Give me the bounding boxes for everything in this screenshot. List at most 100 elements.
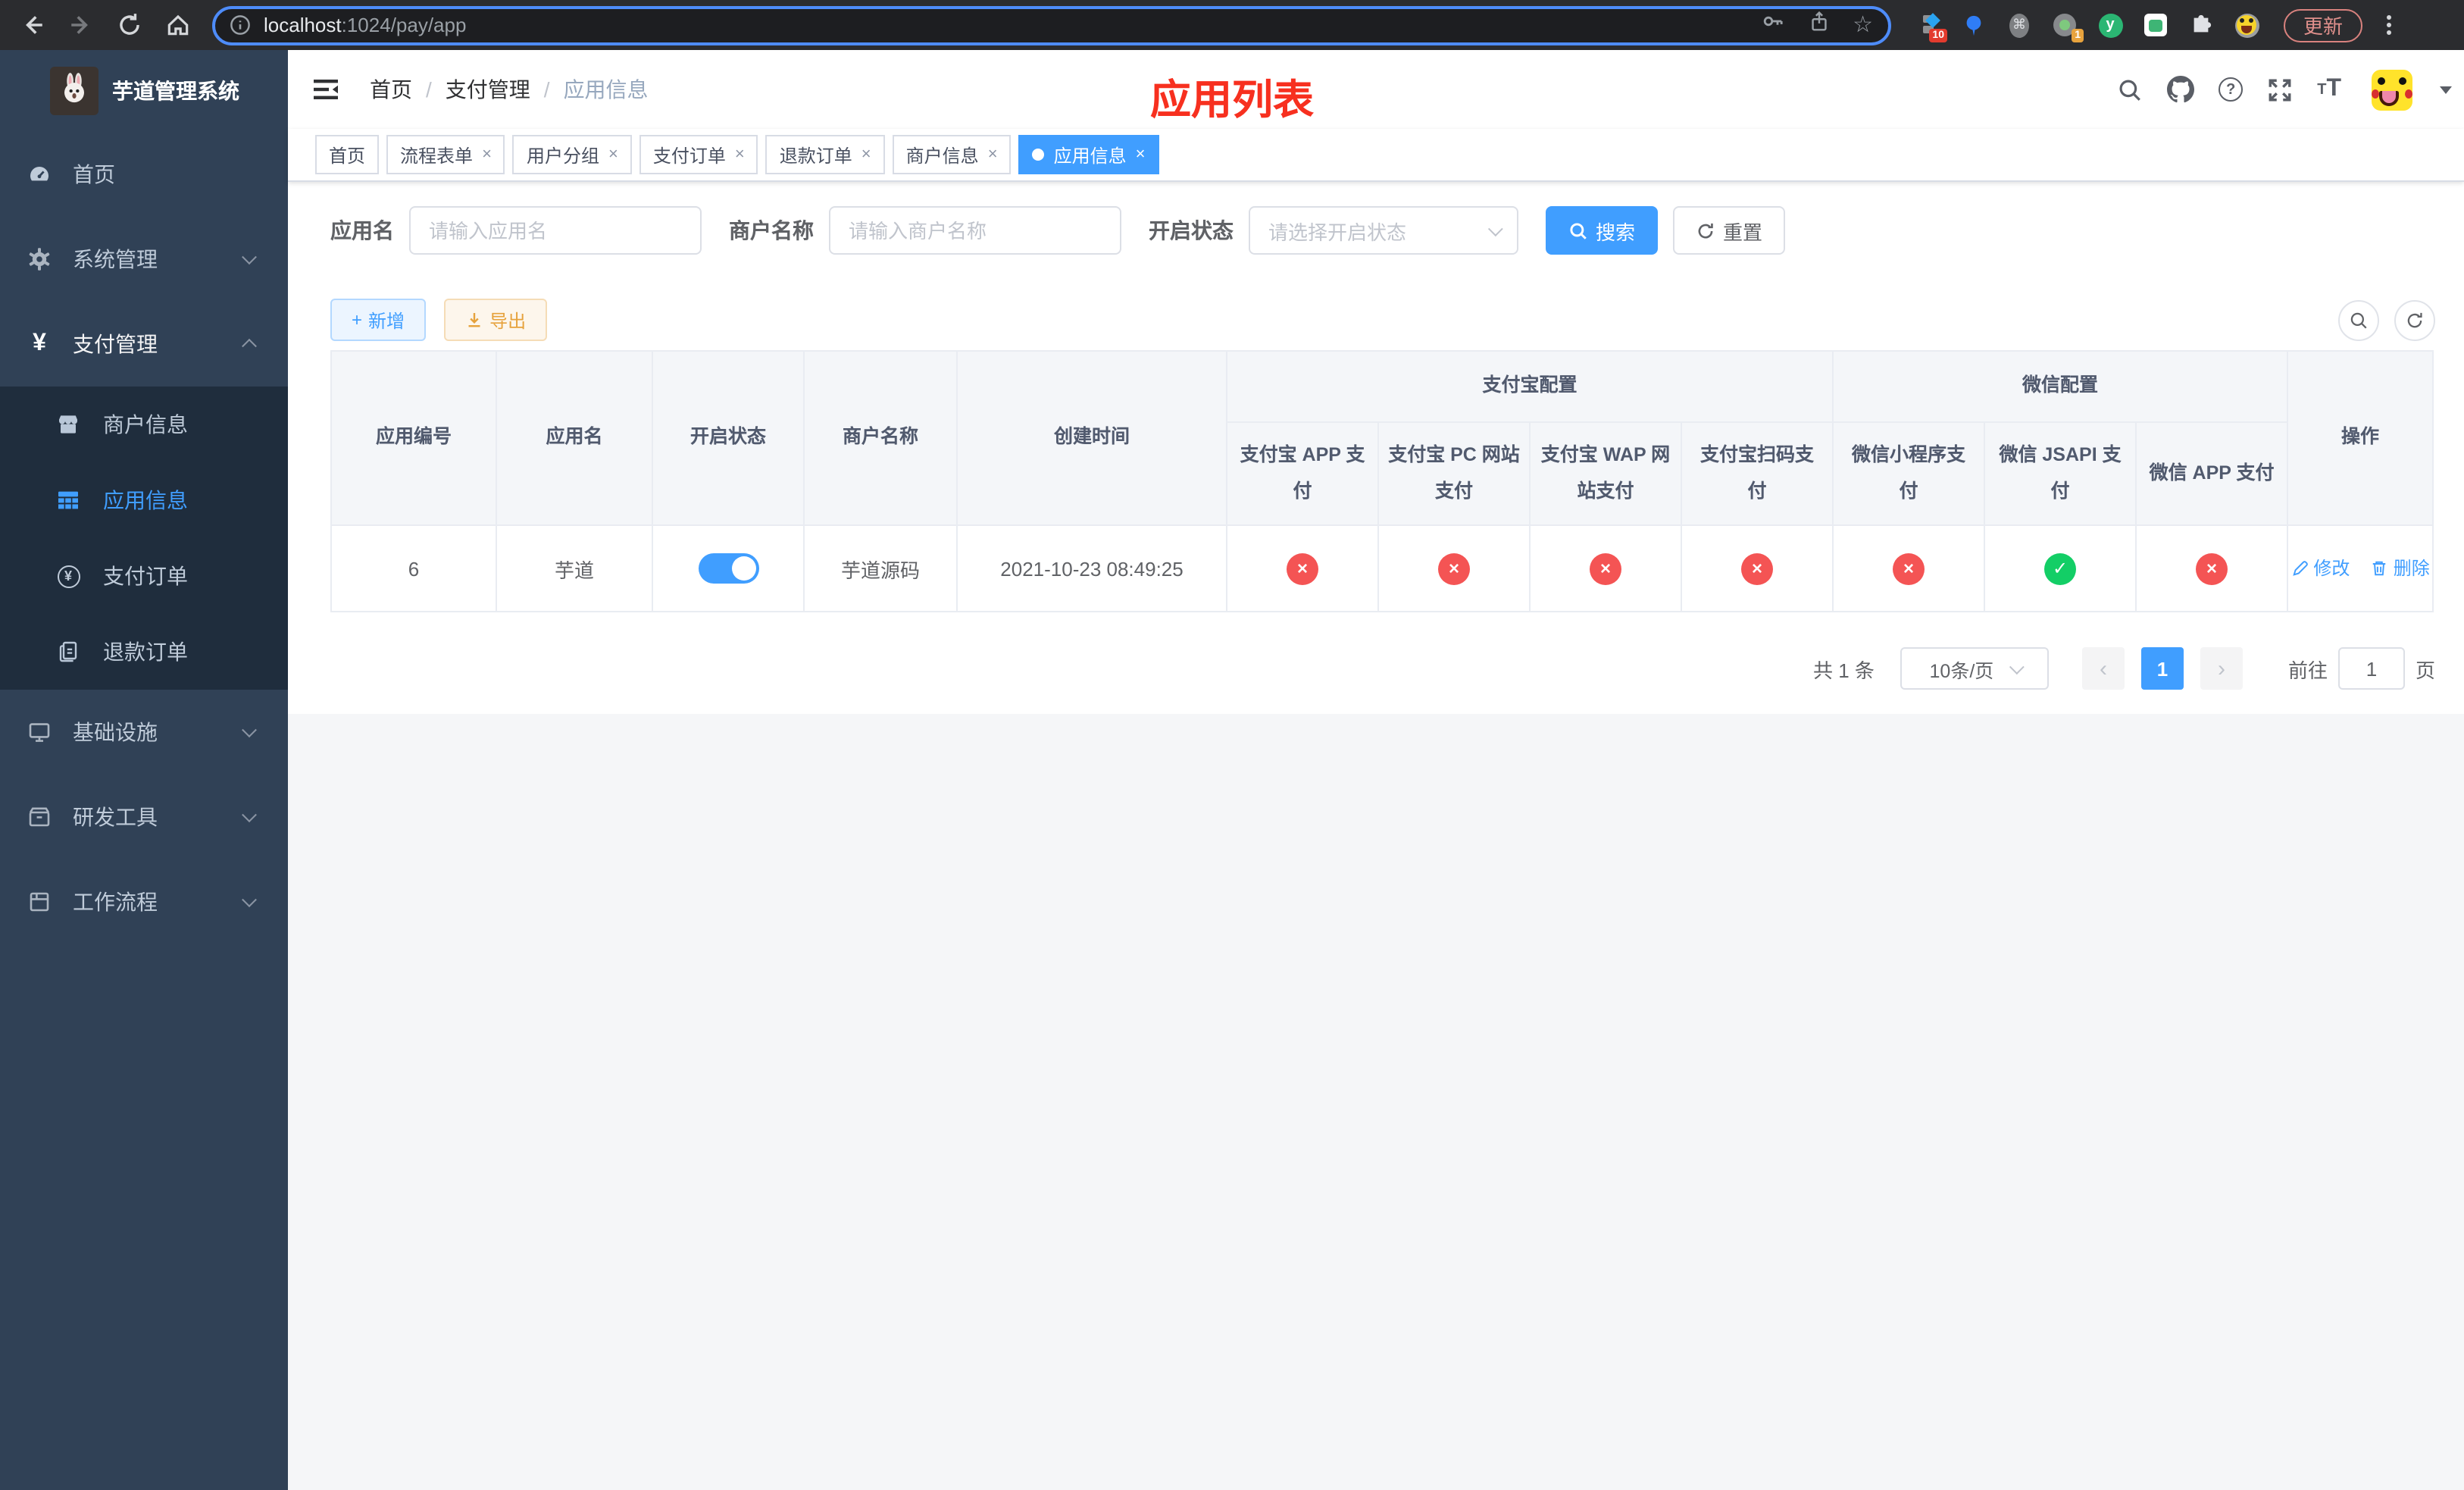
table-row: 6 芋道 芋道源码 2021-10-23 08:49:25 × × × × × (330, 524, 2434, 612)
sidebar-menu: 首页 系统管理 ¥ 支付管理 商户信息 应用信息 ¥ 支付订单 退款订单 基础设… (0, 132, 288, 944)
tabs-bar: 首页 流程表单 × 用户分组 × 支付订单 × 退款订单 × 商户信息 × 应用信息 × (288, 129, 2464, 182)
sidebar-item-merchant-info[interactable]: 商户信息 (0, 387, 288, 462)
merchant-name-input[interactable] (829, 206, 1121, 255)
bookmark-star-icon[interactable]: ☆ (1853, 14, 1873, 36)
reset-button[interactable]: 重置 (1673, 206, 1786, 255)
export-button[interactable]: 导出 (444, 299, 548, 341)
system-title: 芋道管理系统 (112, 79, 239, 103)
cell-merchant: 芋道源码 (803, 524, 958, 612)
sidebar-fold-icon[interactable] (288, 76, 364, 103)
font-size-icon[interactable]: TT (2317, 77, 2341, 102)
sidebar-item-refund-orders[interactable]: 退款订单 (0, 614, 288, 690)
app-name-input[interactable] (409, 206, 702, 255)
tab-pay-orders[interactable]: 支付订单 × (639, 135, 758, 174)
sidebar-item-system[interactable]: 系统管理 (0, 217, 288, 302)
delete-link[interactable]: 删除 (2371, 556, 2430, 581)
edit-link[interactable]: 修改 (2290, 556, 2350, 581)
tab-home[interactable]: 首页 (315, 135, 380, 174)
status-select[interactable]: 请选择开启状态 (1249, 206, 1518, 255)
col-wx-mini: 微信小程序支付 (1832, 421, 1986, 526)
chevron-down-icon (1487, 221, 1503, 236)
tab-refund-orders[interactable]: 退款订单 × (765, 135, 885, 174)
sidebar-item-home[interactable]: 首页 (0, 132, 288, 217)
toolbox-icon (27, 805, 52, 829)
wx-jsapi-status-icon: ✓ (2044, 552, 2077, 584)
col-wx-jsapi: 微信 JSAPI 支付 (1984, 421, 2137, 526)
sidebar-item-pay-orders[interactable]: ¥ 支付订单 (0, 538, 288, 614)
breadcrumb-payment[interactable]: 支付管理 (446, 74, 530, 105)
chevron-up-icon (242, 338, 257, 354)
home-icon[interactable] (164, 11, 191, 39)
sidebar-item-payment[interactable]: ¥ 支付管理 (0, 302, 288, 387)
extension-yuque-icon[interactable]: y (2097, 12, 2123, 38)
tab-user-group[interactable]: 用户分组 × (512, 135, 632, 174)
toggle-search-button[interactable] (2338, 299, 2379, 340)
sidebar-logo[interactable]: 芋道管理系统 (0, 50, 288, 132)
chevron-down-icon (2009, 659, 2025, 675)
dashboard-icon (27, 162, 52, 186)
close-icon[interactable]: × (482, 146, 492, 164)
sidebar-item-app-info[interactable]: 应用信息 (0, 462, 288, 538)
search-button[interactable]: 搜索 (1546, 206, 1659, 255)
search-icon[interactable] (2117, 77, 2143, 102)
site-info-icon[interactable] (229, 14, 252, 36)
github-icon[interactable] (2167, 76, 2195, 103)
address-bar[interactable]: localhost:1024/pay/app ☆ (212, 5, 1891, 45)
extensions-puzzle-icon[interactable] (2188, 12, 2214, 38)
tab-merchant-info[interactable]: 商户信息 × (892, 135, 1012, 174)
page-size-select[interactable]: 10条/页 (1900, 647, 2049, 690)
page-1-button[interactable]: 1 (2140, 647, 2184, 690)
extension-balloon-icon[interactable] (1961, 12, 1987, 38)
group-wechat-config: 微信配置 (1832, 350, 2289, 423)
extension-badge: 1 (2072, 29, 2084, 42)
prev-page-button[interactable]: ‹ (2081, 647, 2125, 690)
breadcrumb-home[interactable]: 首页 (370, 74, 412, 105)
chrome-menu-icon[interactable] (2378, 15, 2400, 35)
extension-command-icon[interactable]: ⌘ (2006, 12, 2032, 38)
sidebar-item-dev-tools[interactable]: 研发工具 (0, 775, 288, 859)
next-page-button[interactable]: › (2200, 647, 2243, 690)
close-icon[interactable]: × (861, 146, 871, 164)
password-key-icon[interactable] (1760, 9, 1784, 41)
yen-icon: ¥ (33, 330, 46, 356)
coin-yen-icon: ¥ (56, 564, 80, 588)
close-icon[interactable]: × (1136, 146, 1146, 164)
active-dot (1032, 149, 1045, 161)
add-button[interactable]: + 新增 (330, 299, 427, 341)
url-text: localhost:1024/pay/app (264, 14, 467, 36)
content-panel: 应用名 商户名称 开启状态 请选择开启状态 搜索 重置 (288, 182, 2464, 714)
extension-chat-icon[interactable] (2143, 12, 2169, 38)
pagination: 共 1 条 10条/页 ‹ 1 › 前往 页 (330, 647, 2435, 690)
tab-process-form[interactable]: 流程表单 × (386, 135, 505, 174)
fullscreen-icon[interactable] (2267, 77, 2293, 102)
reload-icon[interactable] (115, 11, 142, 39)
payment-submenu: 商户信息 应用信息 ¥ 支付订单 退款订单 (0, 387, 288, 690)
filter-form: 应用名 商户名称 开启状态 请选择开启状态 搜索 重置 (330, 206, 2435, 255)
back-icon[interactable] (18, 11, 45, 39)
share-icon[interactable] (1807, 10, 1830, 40)
profile-emoji-icon[interactable] (2234, 12, 2259, 38)
close-icon[interactable]: × (608, 146, 618, 164)
avatar[interactable] (2372, 69, 2412, 110)
close-icon[interactable]: × (988, 146, 998, 164)
close-icon[interactable]: × (735, 146, 745, 164)
col-alipay-pc: 支付宝 PC 网站支付 (1377, 421, 1531, 526)
tab-app-info[interactable]: 应用信息 × (1018, 135, 1159, 174)
help-icon[interactable]: ? (2219, 77, 2244, 102)
chevron-down-icon (242, 807, 257, 823)
screen: localhost:1024/pay/app ☆ 10 ⌘ 1 y 更新 芋道管… (0, 0, 2464, 1490)
extension-panel-icon[interactable]: 10 (1915, 12, 1947, 42)
sidebar-item-infrastructure[interactable]: 基础设施 (0, 690, 288, 775)
workflow-box-icon (27, 890, 52, 914)
extension-recorder-icon[interactable]: 1 (2052, 12, 2084, 42)
goto-page-input[interactable] (2337, 647, 2405, 690)
chrome-update-button[interactable]: 更新 (2284, 8, 2363, 42)
avatar-caret-icon[interactable] (2440, 86, 2452, 93)
refresh-button[interactable] (2394, 299, 2435, 340)
breadcrumb: 首页 / 支付管理 / 应用信息 (370, 74, 649, 105)
forward-icon[interactable] (67, 11, 94, 39)
extension-badge: 10 (1929, 29, 1947, 42)
sidebar-item-workflow[interactable]: 工作流程 (0, 859, 288, 944)
enabled-toggle[interactable] (698, 553, 758, 584)
col-alipay-app: 支付宝 APP 支付 (1226, 421, 1379, 526)
